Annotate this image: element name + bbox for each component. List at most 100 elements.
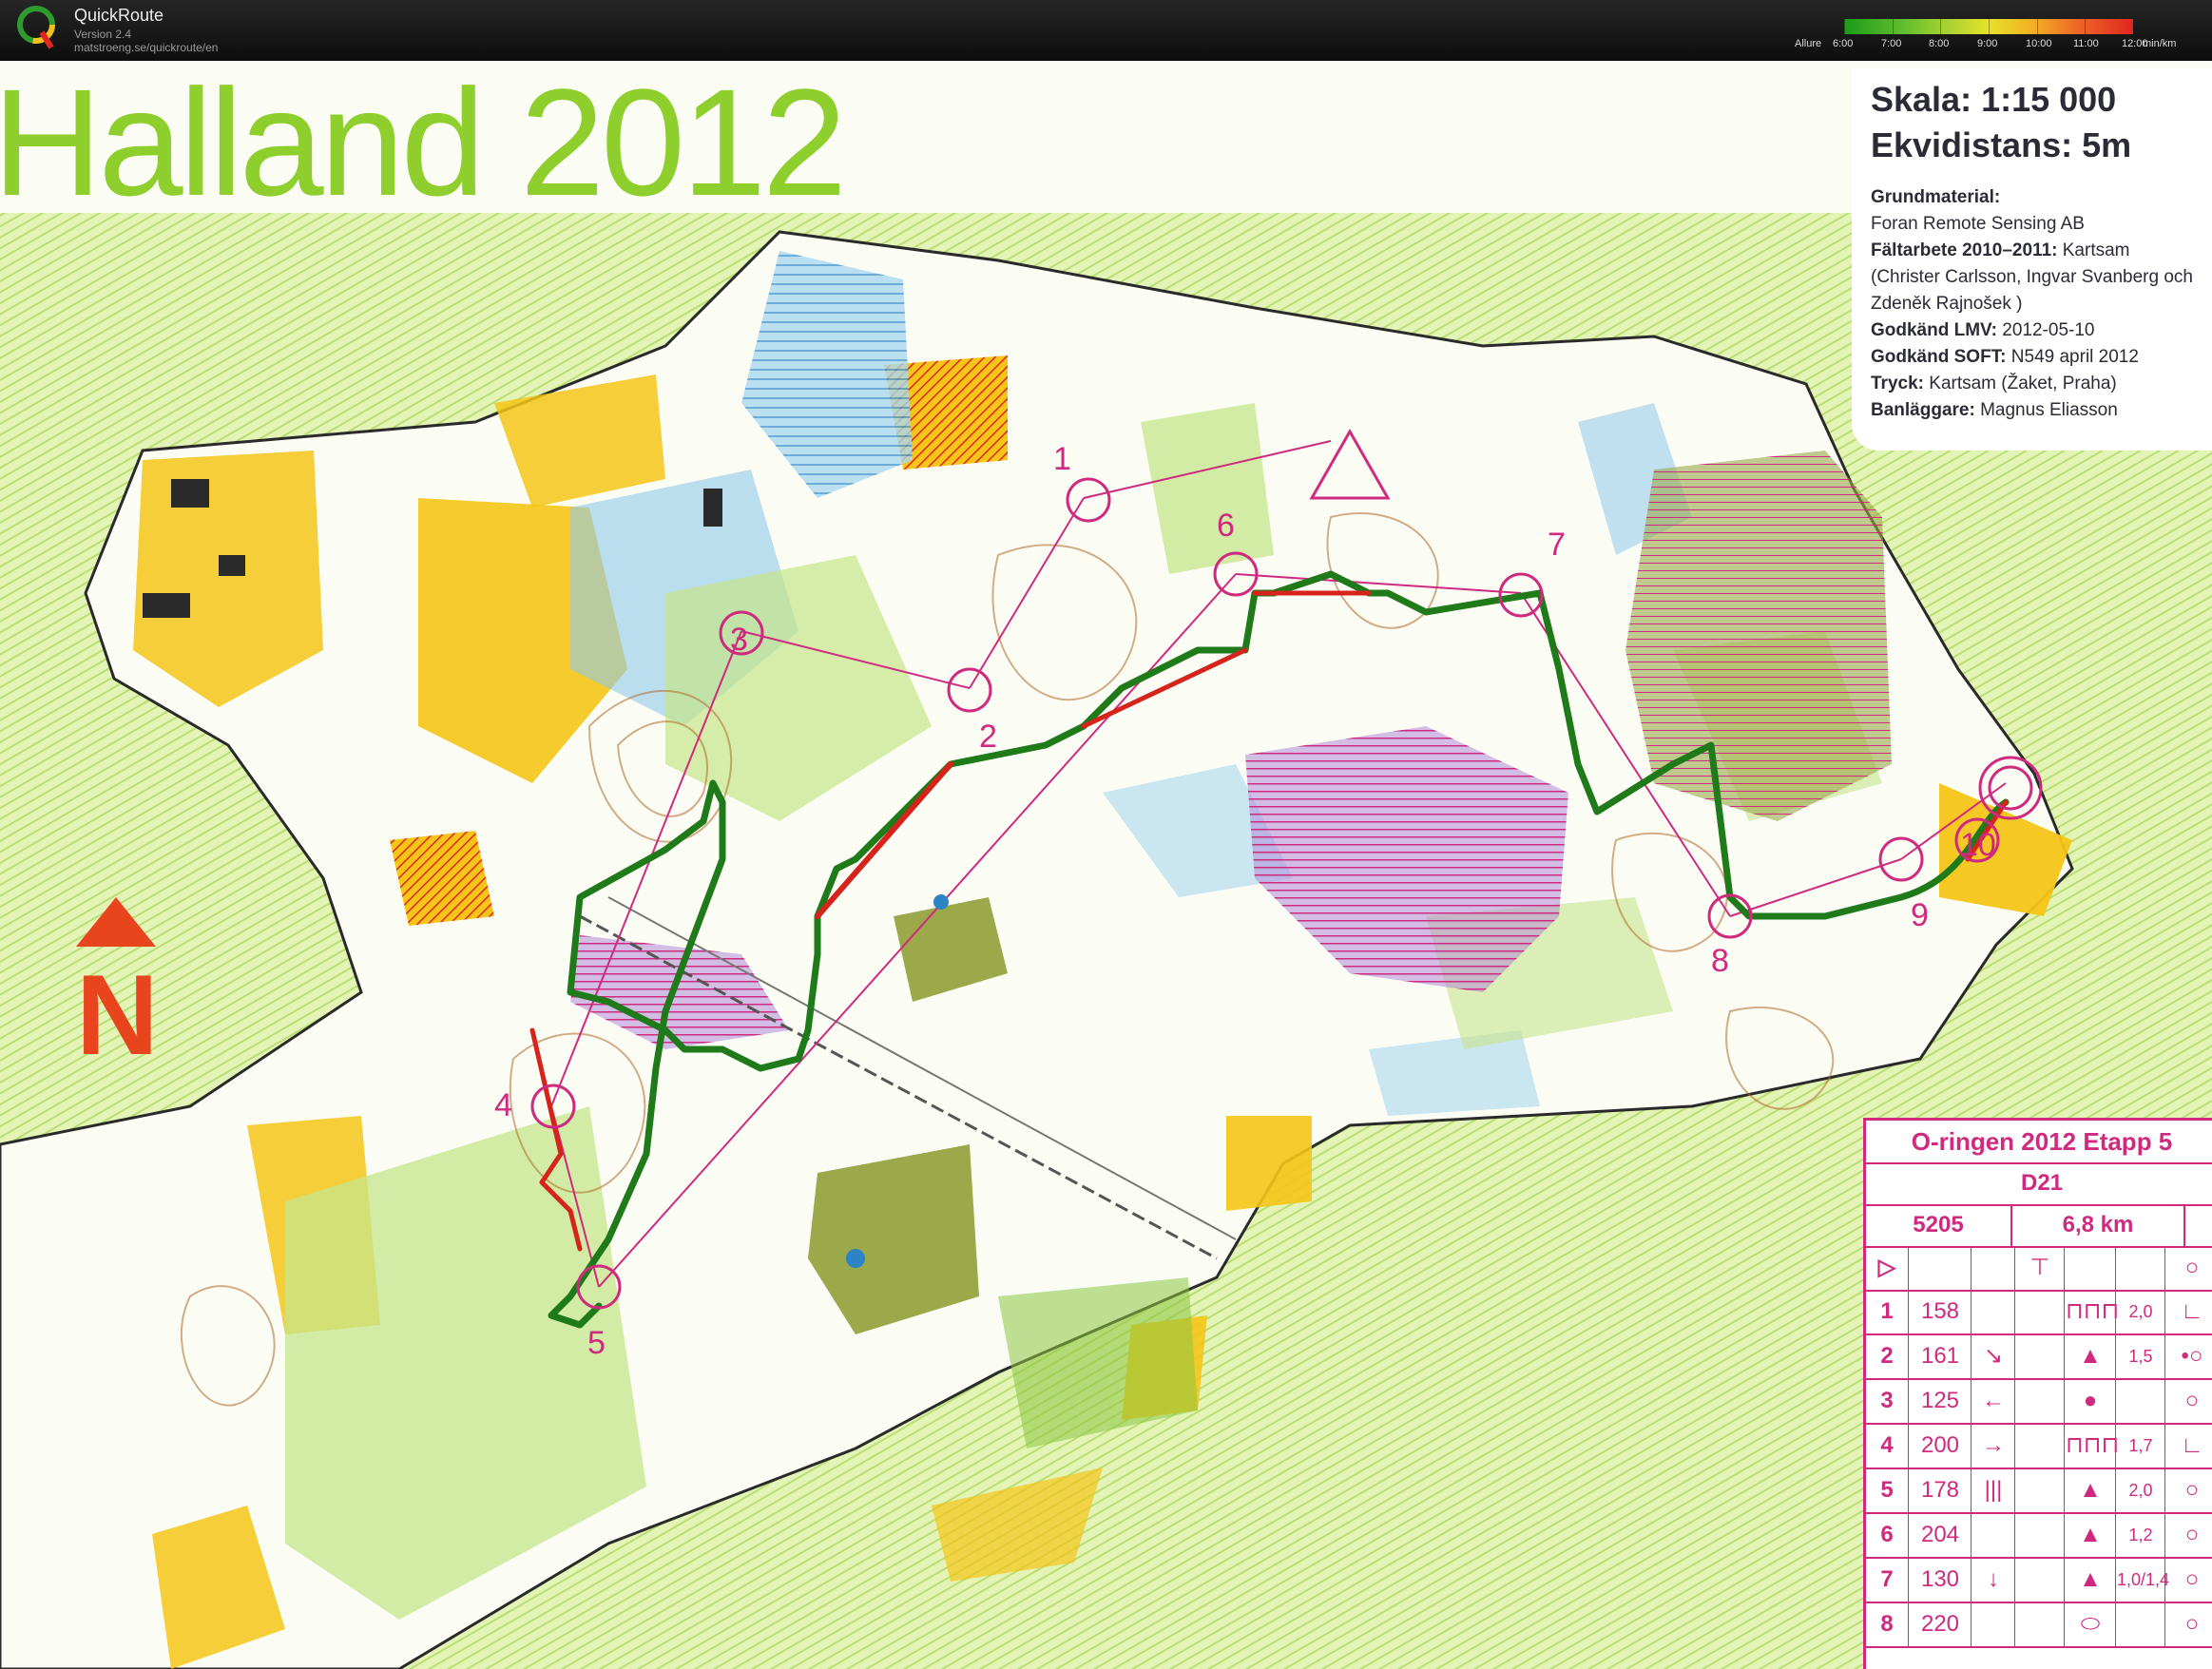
control-row: 8 220 ⬭ ○ bbox=[1866, 1602, 2212, 1648]
map-title: Halland 2012 bbox=[0, 61, 847, 227]
fieldwork-label: Fältarbete 2010–2011: bbox=[1871, 240, 2058, 260]
pace-tick bbox=[1893, 19, 1894, 34]
control-code: 204 bbox=[1910, 1513, 1972, 1557]
pace-ticks bbox=[1844, 19, 2134, 34]
control-feature-spacer bbox=[2016, 1379, 2065, 1423]
control-feature: ⬭ bbox=[2066, 1602, 2116, 1646]
setter-label: Banläggare: bbox=[1871, 400, 1975, 420]
control-number-6: 6 bbox=[1217, 508, 1235, 544]
setter-value: Magnus Eliasson bbox=[1980, 400, 2118, 420]
control-code: 200 bbox=[1910, 1424, 1972, 1468]
control-dimension bbox=[2117, 1602, 2165, 1646]
control-which-feature: ↓ bbox=[1972, 1558, 2015, 1602]
control-which-feature bbox=[1972, 1290, 2015, 1333]
app-version: Version 2.4 bbox=[74, 28, 132, 41]
control-row: 3 125 ← ● ○ bbox=[1866, 1379, 2212, 1425]
print-value: Kartsam (Žaket, Praha) bbox=[1929, 374, 2117, 393]
control-location: ○ bbox=[2184, 1477, 2200, 1503]
path-symbol-icon: ⊤ bbox=[2016, 1246, 2065, 1290]
control-feature: ▲ bbox=[2066, 1558, 2116, 1602]
control-feature-spacer bbox=[2016, 1558, 2065, 1602]
control-which-feature: ↘ bbox=[1972, 1334, 2015, 1378]
control-dimension bbox=[2117, 1379, 2165, 1423]
orienteering-map[interactable]: 1 2 3 4 5 6 7 8 9 10 Halland 2012 N Skal… bbox=[0, 61, 2212, 1669]
control-dimension: 1,5 bbox=[2117, 1334, 2165, 1378]
pace-tick bbox=[1940, 19, 1941, 34]
control-number-10: 10 bbox=[1960, 827, 1996, 863]
control-number: 6 bbox=[1866, 1513, 1909, 1557]
control-dimension: 2,0 bbox=[2117, 1290, 2165, 1333]
control-location: ○ bbox=[2184, 1566, 2200, 1592]
control-feature-spacer bbox=[2016, 1468, 2065, 1512]
pace-legend: Allure min/km 6:00 7:00 8:00 9:00 10:00 11:00… bbox=[1787, 13, 2205, 51]
control-feature-spacer bbox=[2016, 1290, 2065, 1333]
card-course-meta: 5205 6,8 km bbox=[1866, 1204, 2212, 1248]
control-number-5: 5 bbox=[587, 1325, 606, 1361]
control-code: 130 bbox=[1910, 1558, 1972, 1602]
control-code: 220 bbox=[1910, 1602, 1972, 1646]
control-code: 125 bbox=[1910, 1379, 1972, 1423]
control-location: ∟ bbox=[2181, 1432, 2203, 1458]
quickroute-header: QuickRoute Version 2.4 matstroeng.se/qui… bbox=[0, 0, 2212, 61]
control-code: 161 bbox=[1910, 1334, 1972, 1378]
control-number-2: 2 bbox=[979, 719, 997, 755]
map-equidistance: Ekvidistans: 5m bbox=[1871, 125, 2132, 164]
pace-tick bbox=[2133, 19, 2134, 34]
control-number: 5 bbox=[1866, 1468, 1909, 1512]
app-title: QuickRoute bbox=[74, 6, 164, 25]
control-number: 7 bbox=[1866, 1558, 1909, 1602]
pace-tick bbox=[2085, 19, 2086, 34]
card-class: D21 bbox=[1866, 1162, 2212, 1206]
control-number: 8 bbox=[1866, 1602, 1909, 1646]
pace-tick bbox=[2037, 19, 2038, 34]
pace-tick-label: 10:00 bbox=[2026, 38, 2052, 49]
control-number-8: 8 bbox=[1711, 943, 1729, 979]
base-material-value: Foran Remote Sensing AB bbox=[1871, 214, 2085, 234]
pace-tick-label: 12:00 bbox=[2122, 38, 2148, 49]
control-number-3: 3 bbox=[730, 622, 748, 658]
control-location: •○ bbox=[2181, 1343, 2203, 1369]
control-location: ○ bbox=[2184, 1611, 2200, 1637]
control-row: 6 204 ▲ 1,2 ○ bbox=[1866, 1513, 2212, 1559]
control-feature-spacer bbox=[2016, 1424, 2065, 1468]
control-number: 4 bbox=[1866, 1424, 1909, 1468]
control-dimension: 1,0/1,4 bbox=[2117, 1558, 2169, 1602]
control-feature-spacer bbox=[2016, 1334, 2065, 1378]
control-which-feature: ||| bbox=[1972, 1468, 2015, 1512]
control-dimension: 1,7 bbox=[2117, 1424, 2165, 1468]
soft-value: N549 april 2012 bbox=[2010, 347, 2139, 367]
card-start-row: ▷ ⊤ ○ bbox=[1866, 1246, 2212, 1292]
control-row: 2 161 ↘ ▲ 1,5 •○ bbox=[1866, 1334, 2212, 1380]
control-feature: ▲ bbox=[2066, 1334, 2116, 1378]
pace-tick-label: 11:00 bbox=[2073, 38, 2099, 49]
control-row: 7 130 ↓ ▲ 1,0/1,4 ○ bbox=[1866, 1558, 2212, 1603]
control-feature: ● bbox=[2066, 1379, 2116, 1423]
pace-tick-label: 6:00 bbox=[1833, 38, 1854, 49]
app-url[interactable]: matstroeng.se/quickroute/en bbox=[74, 41, 218, 54]
lmv-label: Godkänd LMV: bbox=[1871, 320, 1997, 340]
course-length: 6,8 km bbox=[2012, 1204, 2185, 1246]
map-info-panel: Skala: 1:15 000 Ekvidistans: 5m Grundmat… bbox=[1852, 68, 2212, 451]
control-number-4: 4 bbox=[494, 1087, 512, 1123]
control-which-feature: → bbox=[1972, 1424, 2015, 1468]
pace-legend-label: Allure bbox=[1795, 38, 1822, 49]
control-number-9: 9 bbox=[1911, 897, 1929, 933]
control-number-1: 1 bbox=[1053, 441, 1071, 477]
control-location: ○ bbox=[2184, 1388, 2200, 1413]
start-location-icon: ○ bbox=[2184, 1255, 2200, 1280]
control-row: 4 200 → ⊓⊓⊓ 1,7 ∟ bbox=[1866, 1424, 2212, 1469]
control-number: 2 bbox=[1866, 1334, 1909, 1378]
control-description-card: O-ringen 2012 Etapp 5 D21 5205 6,8 km ▷ … bbox=[1863, 1118, 2212, 1669]
lmv-value: 2012-05-10 bbox=[2002, 320, 2095, 340]
soft-label: Godkänd SOFT: bbox=[1871, 347, 2007, 367]
pace-tick bbox=[1844, 19, 1845, 34]
control-feature: ▲ bbox=[2066, 1468, 2116, 1512]
pace-tick-label: 9:00 bbox=[1977, 38, 1998, 49]
control-location: ○ bbox=[2184, 1522, 2200, 1547]
control-row: 5 178 ||| ▲ 2,0 ○ bbox=[1866, 1468, 2212, 1514]
control-feature: ⊓⊓⊓ bbox=[2066, 1424, 2119, 1468]
control-code: 158 bbox=[1910, 1290, 1972, 1333]
north-label: N bbox=[76, 951, 159, 1079]
control-feature-spacer bbox=[2016, 1602, 2065, 1646]
pace-tick-label: 8:00 bbox=[1929, 38, 1950, 49]
